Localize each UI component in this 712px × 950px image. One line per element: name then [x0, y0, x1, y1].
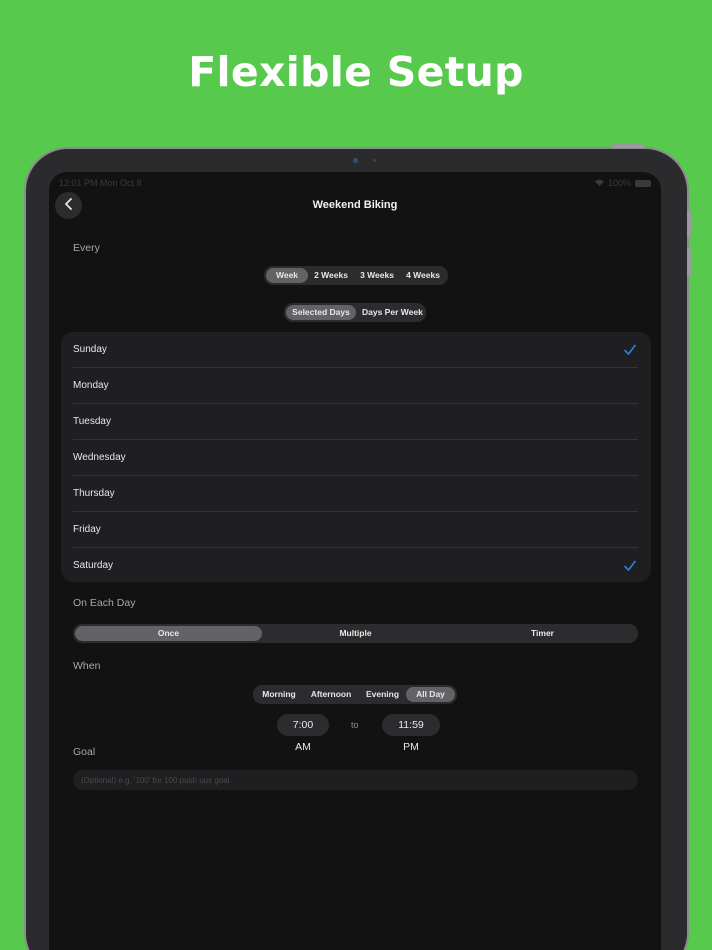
day-row-monday[interactable]: Monday — [73, 368, 638, 404]
interval-option-4-weeks[interactable]: 4 Weeks — [400, 268, 446, 283]
time-of-day-segmented-control: Morning Afternoon Evening All Day — [253, 685, 457, 704]
day-label: Wednesday — [73, 452, 126, 463]
battery-icon — [635, 179, 651, 187]
goal-input[interactable] — [73, 770, 638, 790]
time-option-evening[interactable]: Evening — [359, 687, 406, 702]
page-title: Weekend Biking — [312, 199, 398, 211]
goal-label: Goal — [73, 746, 96, 758]
day-label: Thursday — [73, 488, 115, 499]
day-row-sunday[interactable]: Sunday — [73, 332, 638, 368]
status-bar: 12:01 PM Mon Oct 8 100% — [59, 178, 651, 190]
day-row-wednesday[interactable]: Wednesday — [73, 440, 638, 476]
day-row-friday[interactable]: Friday — [73, 512, 638, 548]
time-option-afternoon[interactable]: Afternoon — [303, 687, 359, 702]
frequency-option-multiple[interactable]: Multiple — [262, 626, 449, 641]
time-option-all-day[interactable]: All Day — [406, 687, 455, 702]
day-label: Monday — [73, 380, 109, 391]
camera — [353, 158, 358, 163]
headline: Flexible Setup — [188, 48, 524, 96]
mode-segmented-control: Selected Days Days Per Week — [284, 303, 426, 322]
sensor — [373, 159, 376, 162]
days-list: Sunday Monday Tuesday Wednesday Thursday… — [61, 332, 651, 582]
day-row-tuesday[interactable]: Tuesday — [73, 404, 638, 440]
frequency-option-timer[interactable]: Timer — [449, 626, 636, 641]
frequency-option-once[interactable]: Once — [75, 626, 262, 641]
interval-option-2-weeks[interactable]: 2 Weeks — [308, 268, 354, 283]
volume-up-button — [687, 210, 691, 238]
day-label: Tuesday — [73, 416, 111, 427]
day-row-thursday[interactable]: Thursday — [73, 476, 638, 512]
mode-option-selected-days[interactable]: Selected Days — [286, 305, 356, 320]
day-row-saturday[interactable]: Saturday — [73, 548, 638, 584]
app-screen: 12:01 PM Mon Oct 8 100% Weekend Biking E… — [49, 172, 661, 950]
day-label: Sunday — [73, 344, 107, 355]
battery-percent: 100% — [607, 178, 631, 188]
day-label: Friday — [73, 524, 101, 535]
status-right: 100% — [594, 178, 651, 188]
to-label: to — [351, 720, 359, 730]
wifi-icon — [594, 178, 604, 188]
time-option-morning[interactable]: Morning — [255, 687, 303, 702]
checkmark-icon — [622, 342, 638, 358]
interval-option-week[interactable]: Week — [266, 268, 308, 283]
status-time: 12:01 PM Mon Oct 8 — [59, 178, 142, 188]
mode-option-days-per-week[interactable]: Days Per Week — [356, 305, 424, 320]
on-each-day-label: On Each Day — [73, 597, 136, 609]
end-time-picker[interactable]: 11:59 PM — [382, 714, 440, 753]
interval-segmented-control: Week 2 Weeks 3 Weeks 4 Weeks — [264, 266, 448, 285]
top-button — [612, 144, 644, 148]
frequency-segmented-control: Once Multiple Timer — [73, 624, 638, 643]
checkmark-icon — [622, 558, 638, 574]
interval-option-3-weeks[interactable]: 3 Weeks — [354, 268, 400, 283]
every-label: Every — [73, 242, 100, 254]
start-time-picker[interactable]: 7:00 AM — [277, 714, 329, 753]
volume-down-button — [687, 248, 691, 276]
when-label: When — [73, 660, 101, 672]
day-label: Saturday — [73, 560, 114, 571]
